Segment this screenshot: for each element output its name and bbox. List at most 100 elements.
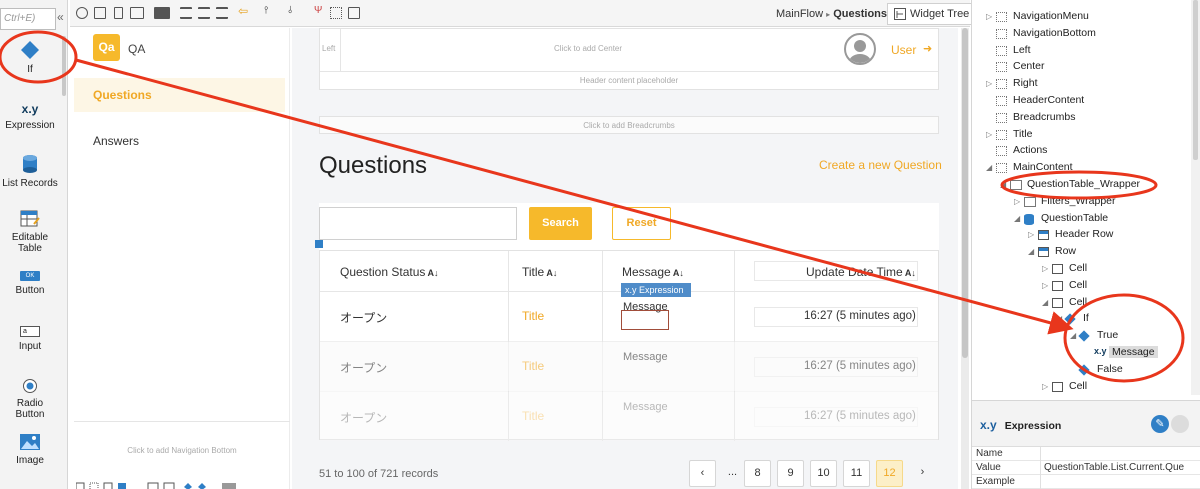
selected-if-false-placeholder[interactable] — [621, 310, 669, 330]
pagination-page-button-active[interactable]: 12 — [876, 460, 903, 487]
toolbox-item-expression[interactable]: x.y Expression — [0, 102, 60, 131]
expand-icon[interactable]: ▷ — [986, 12, 992, 21]
search-input[interactable] — [319, 207, 517, 240]
property-value[interactable]: QuestionTable.List.Current.Que — [1044, 462, 1200, 473]
pagination-page-button[interactable]: 9 — [777, 460, 804, 487]
create-question-link[interactable]: Create a new Question — [819, 158, 942, 172]
tree-node[interactable]: ▷ NavigationMenu — [972, 9, 1190, 26]
tree-node[interactable]: ▷ Filters_Wrapper — [972, 194, 1190, 211]
tree-node[interactable]: HeaderContent — [972, 93, 1190, 110]
expand-icon[interactable]: ▷ — [1014, 197, 1020, 206]
pagination-next-button[interactable]: › — [909, 460, 936, 487]
toolbox-item-radio-button[interactable]: Radio Button — [0, 378, 60, 420]
toolbox-search-input[interactable]: Ctrl+E) — [0, 8, 56, 30]
expand-icon[interactable]: ▷ — [986, 130, 992, 139]
collapse-icon[interactable]: ◢ — [1028, 247, 1034, 256]
collapse-icon[interactable]: ◢ — [1070, 331, 1076, 340]
tree-node[interactable]: x.y Message — [972, 345, 1190, 362]
tree-node[interactable]: ▷ Header Row — [972, 227, 1190, 244]
expand-icon[interactable]: ▷ — [1028, 230, 1034, 239]
css-icon[interactable] — [154, 7, 170, 19]
tree-node[interactable]: Actions — [972, 143, 1190, 160]
align-right-icon[interactable] — [216, 7, 228, 19]
tree-node[interactable]: ◢ QuestionTable — [972, 211, 1190, 228]
wrench-icon[interactable]: ✎ — [1151, 415, 1169, 433]
grid-icon[interactable] — [348, 7, 360, 19]
sidebar-item-questions[interactable]: Questions — [74, 78, 285, 112]
expand-icon[interactable]: ▷ — [986, 79, 992, 88]
toggle-icon[interactable] — [1171, 415, 1189, 433]
search-button[interactable]: Search — [529, 207, 592, 240]
navigation-bottom-placeholder[interactable]: Click to add Navigation Bottom — [74, 421, 290, 455]
phone-icon[interactable] — [114, 7, 123, 19]
scrollbar-thumb[interactable] — [962, 28, 968, 358]
toolbox-item-list-records[interactable]: List Records — [0, 154, 60, 189]
pagination-prev-button[interactable]: ‹ — [689, 460, 716, 487]
pagination-page-button[interactable]: 11 — [843, 460, 870, 487]
expand-icon[interactable]: ▷ — [1042, 382, 1048, 391]
pagination-page-button[interactable]: 10 — [810, 460, 837, 487]
tree-node[interactable]: Center — [972, 59, 1190, 76]
header-left-placeholder[interactable]: Left — [322, 44, 335, 53]
canvas-scrollbar[interactable] — [961, 28, 969, 489]
table-row[interactable]: オープン Title Message 16:27 (5 minutes ago) — [320, 391, 938, 441]
tree-node[interactable]: Breadcrumbs — [972, 110, 1190, 127]
property-row[interactable]: Name — [972, 447, 1200, 461]
double-chevron-left-icon[interactable]: « — [57, 10, 67, 24]
collapse-icon[interactable]: ◢ — [1056, 314, 1062, 323]
user-name[interactable]: User — [891, 43, 916, 57]
app-logo[interactable]: Qa — [93, 34, 120, 61]
tree-node[interactable]: ▷ Cell — [972, 379, 1190, 396]
filter-icon[interactable]: Ψ — [314, 5, 326, 17]
scrollbar-thumb[interactable] — [1193, 0, 1198, 160]
logout-icon[interactable]: ➜ — [923, 42, 932, 55]
breadcrumb-flow[interactable]: MainFlow — [776, 8, 823, 20]
breadcrumbs-placeholder[interactable]: Click to add Breadcrumbs — [319, 116, 939, 134]
toolbox-item-button[interactable]: OK Button — [0, 271, 60, 296]
tablet-icon[interactable] — [94, 7, 106, 19]
table-row[interactable]: オープン Title Message 16:27 (5 minutes ago) — [320, 341, 938, 391]
tree-node[interactable]: ◢ If — [972, 311, 1190, 328]
zoom-icon[interactable] — [76, 7, 88, 19]
expand-icon[interactable]: ▷ — [1042, 281, 1048, 290]
expand-icon[interactable]: ▷ — [1042, 264, 1048, 273]
align-left-icon[interactable] — [180, 7, 192, 19]
column-header-title[interactable]: Title A↓ — [522, 251, 557, 291]
title-link[interactable]: Title — [522, 309, 544, 323]
spacing-icon[interactable]: ⫯ — [264, 5, 276, 17]
toolbox-item-editable-table[interactable]: Editable Table — [0, 210, 60, 254]
desktop-icon[interactable] — [130, 7, 144, 19]
link-icon[interactable]: ⫰ — [288, 5, 300, 17]
toolbox-item-image[interactable]: Image — [0, 433, 60, 466]
pagination-page-button[interactable]: 8 — [744, 460, 771, 487]
collapse-icon[interactable]: ◢ — [986, 163, 992, 172]
collapse-icon[interactable]: ◢ — [1042, 298, 1048, 307]
collapse-icon[interactable]: ◢ — [1000, 180, 1006, 189]
column-header-status[interactable]: Question Status A↓ — [340, 251, 439, 291]
property-row[interactable]: Value QuestionTable.List.Current.Que — [972, 461, 1200, 475]
tree-node[interactable]: ◢ MainContent — [972, 160, 1190, 177]
toolbox-item-if[interactable]: If — [0, 40, 60, 75]
align-center-icon[interactable] — [198, 7, 210, 19]
tree-node[interactable]: False — [972, 362, 1190, 379]
header-content-placeholder[interactable]: Header content placeholder — [320, 71, 938, 89]
tree-node[interactable]: ▷ Right — [972, 76, 1190, 93]
tree-node[interactable]: ◢ Cell — [972, 295, 1190, 312]
placeholder-toggle-icon[interactable] — [330, 7, 342, 19]
tree-node[interactable]: Left — [972, 43, 1190, 60]
tree-node[interactable]: ▷ Title — [972, 127, 1190, 144]
title-link[interactable]: Title — [522, 359, 544, 373]
sort-icon[interactable]: A↓ — [544, 268, 557, 278]
tree-node[interactable]: ◢ Row — [972, 244, 1190, 261]
title-link[interactable]: Title — [522, 409, 544, 423]
sidebar-item-answers[interactable]: Answers — [93, 134, 139, 148]
margin-icon[interactable]: ⇦ — [238, 4, 250, 18]
toolbox-scrollbar[interactable] — [62, 36, 66, 96]
toolbox-item-input[interactable]: a Input — [0, 326, 60, 352]
tree-node[interactable]: ◢ True — [972, 328, 1190, 345]
header-center-placeholder[interactable]: Click to add Center — [554, 44, 622, 53]
tree-node[interactable]: ▷ Cell — [972, 261, 1190, 278]
breadcrumb-screen[interactable]: Questions — [833, 8, 887, 20]
avatar[interactable] — [844, 33, 876, 65]
sort-icon[interactable]: A↓ — [425, 268, 439, 278]
